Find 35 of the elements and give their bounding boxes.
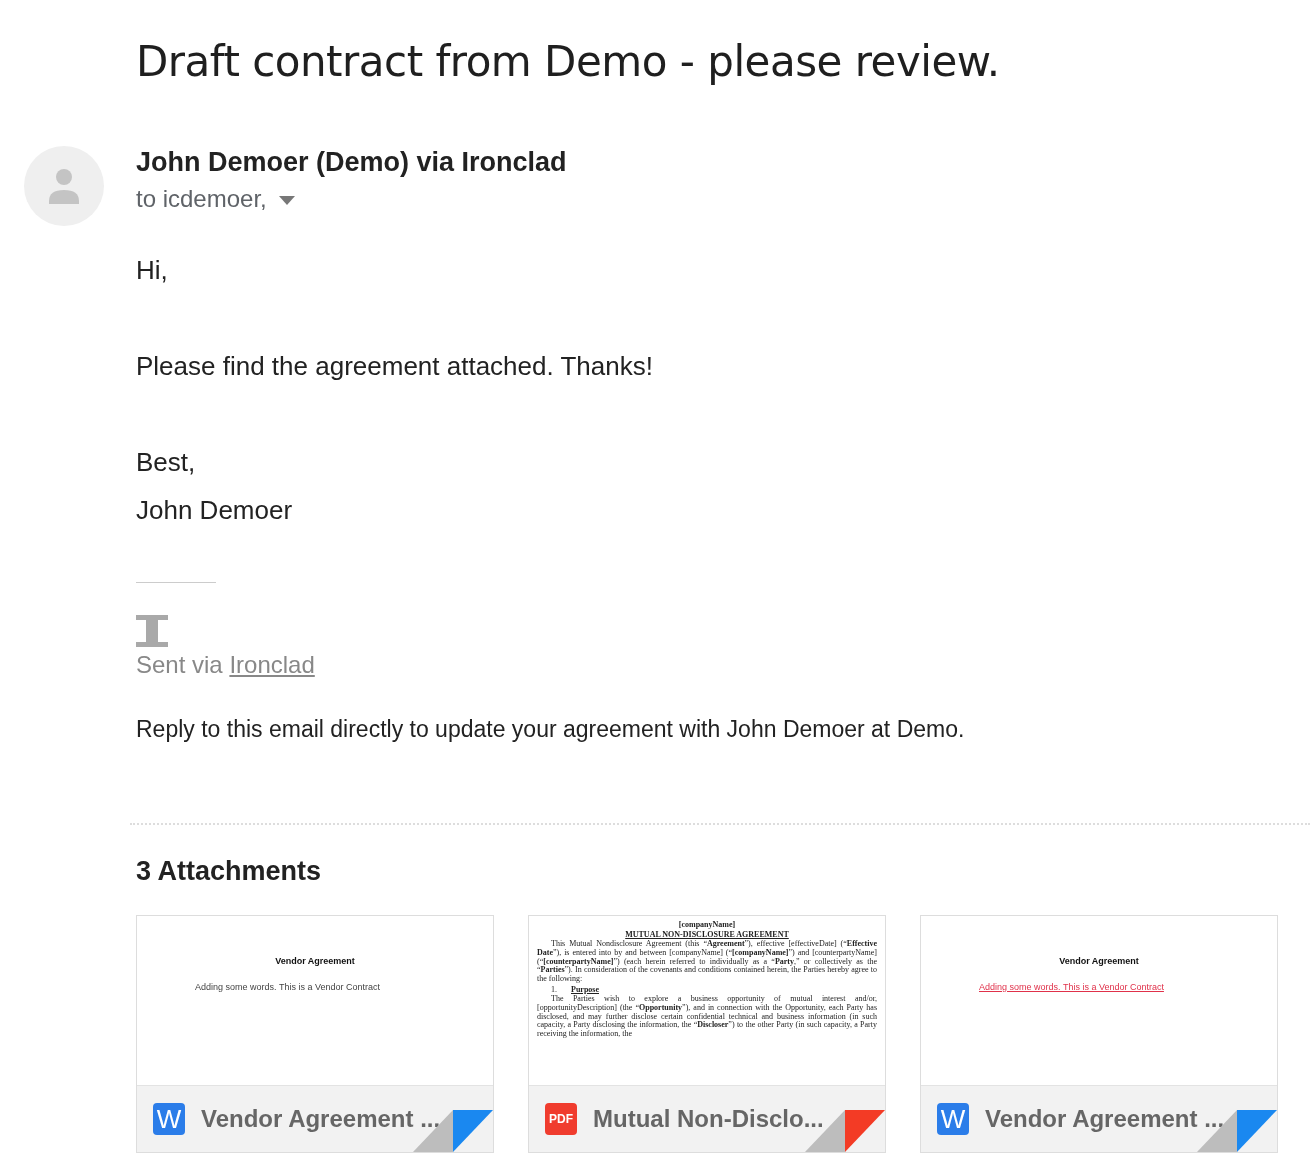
ironclad-link[interactable]: Ironclad bbox=[229, 651, 315, 678]
word-file-icon: W bbox=[937, 1103, 969, 1135]
attachments-heading: 3 Attachments bbox=[136, 855, 323, 888]
document-header: [companyName] bbox=[677, 920, 737, 929]
pdf-file-icon: PDF bbox=[545, 1103, 577, 1135]
attachment-name: Vendor Agreement ... bbox=[201, 1105, 441, 1133]
section-number: 1. bbox=[551, 985, 557, 994]
document-text: Adding some words. This is a Vendor Contract bbox=[195, 982, 381, 992]
page-corner-icon bbox=[1197, 1110, 1277, 1152]
document-title: MUTUAL NON-DISCLOSURE AGREEMENT bbox=[624, 930, 790, 939]
body-text: Best, bbox=[136, 446, 196, 479]
recipients-text: to icdemoer, bbox=[136, 184, 267, 214]
logo-icon bbox=[136, 615, 168, 647]
page-corner-icon bbox=[413, 1110, 493, 1152]
body-text: Hi, bbox=[136, 254, 168, 287]
caret-icon[interactable] bbox=[278, 195, 295, 205]
attachment-card[interactable] bbox=[528, 915, 886, 1153]
document-text: This Mutual Nondisclosure Agreement (this “Agreement”), effective [effectiveDate] (“Effective Date”), is entered into by and between [companyName] (“[companyName]”) and [counterpartyName] (“[counterpartyName]”) (each herein referred to individually as a “Party,” or collectively as the “Parties”). In consideration of the covenants and conditions contained herein, the Parties hereby agree to the following: bbox=[537, 940, 877, 984]
document-text: The Parties wish to explore a business opportunity of mutual interest and/or, [opportunityDescription] (the “Opportunity”), and in connection with the Opportunity, each Party has disclosed, and may further disclose certain confidential technical and business information (in such capacity, a Party disclosing the information, the “Discloser”) to the other Party (in such capacity, a Party receiving the information, the bbox=[537, 995, 877, 1039]
word-file-icon: W bbox=[153, 1103, 185, 1135]
document-text: Adding some words. This is a Vendor Contract bbox=[979, 982, 1165, 992]
attachment-card[interactable]: Vendor Agreement Adding some words. This is a Vendor Contract W Vendor Agreement ... bbox=[920, 915, 1278, 1153]
sender-name: John Demoer (Demo) via Ironclad bbox=[136, 146, 567, 179]
body-text: Please find the agreement attached. Thanks! bbox=[136, 350, 653, 383]
attachment-name: Mutual Non-Disclo... bbox=[593, 1105, 824, 1133]
document-title: Vendor Agreement bbox=[1058, 956, 1140, 966]
reply-note: Reply to this email directly to update your agreement with John Demoer at Demo. bbox=[136, 715, 966, 744]
document-title: Vendor Agreement bbox=[274, 956, 356, 966]
avatar-icon bbox=[24, 146, 104, 226]
email-subject: Draft contract from Demo - please review. bbox=[136, 36, 1001, 88]
sent-via-text: Sent via Ironclad bbox=[136, 650, 316, 680]
section-title: Purpose bbox=[571, 985, 599, 994]
body-text: John Demoer bbox=[136, 494, 293, 527]
attachment-name: Vendor Agreement ... bbox=[985, 1105, 1225, 1133]
attachment-card[interactable]: Vendor Agreement Adding some words. This is a Vendor Contract W Vendor Agreement ... bbox=[136, 915, 494, 1153]
